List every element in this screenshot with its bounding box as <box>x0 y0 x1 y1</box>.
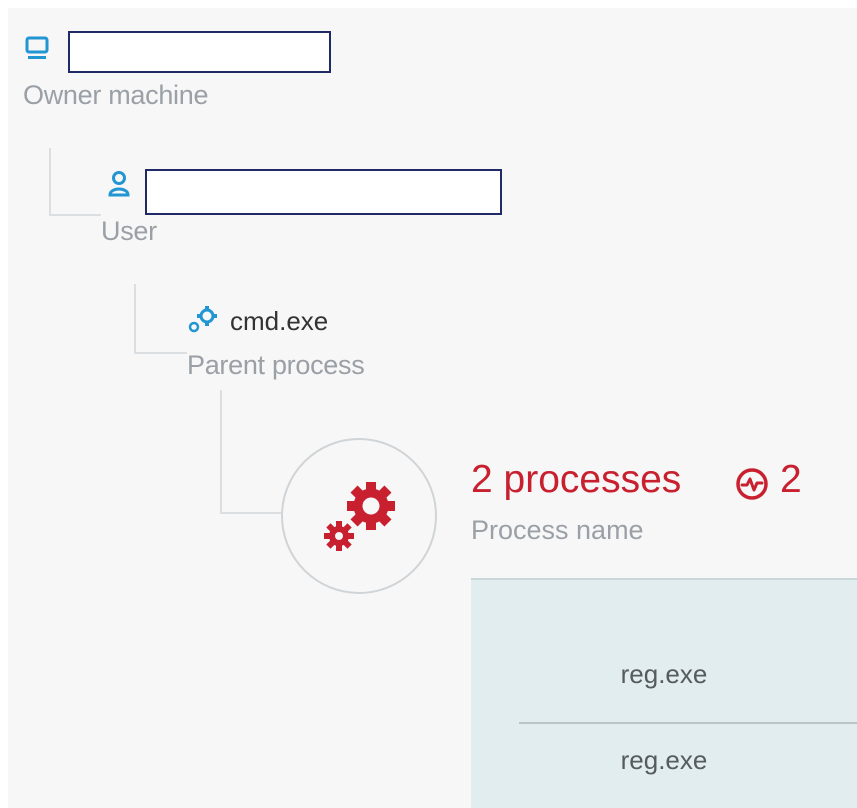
process-gears-circle <box>281 438 437 594</box>
parent-process-label: Parent process <box>187 350 365 380</box>
monitor-icon <box>25 36 49 62</box>
small-gears-icon <box>188 305 222 335</box>
alert-count[interactable]: 2 <box>780 458 802 502</box>
tree-connector-process-horizontal <box>220 512 282 514</box>
parent-process-name[interactable]: cmd.exe <box>230 306 328 337</box>
user-label: User <box>101 216 157 246</box>
table-row[interactable]: reg.exe <box>471 659 857 690</box>
owner-machine-label: Owner machine <box>23 80 209 110</box>
tree-connector-process-vertical <box>220 390 222 514</box>
user-name-redacted[interactable] <box>145 169 502 215</box>
process-tree-view: Owner machine User cmd.exe Parent proces… <box>0 0 857 808</box>
user-icon <box>107 170 131 198</box>
process-name-label: Process name <box>471 515 644 545</box>
table-row[interactable]: reg.exe <box>471 745 857 776</box>
owner-machine-name-redacted[interactable] <box>68 31 331 73</box>
process-table: reg.exe reg.exe <box>471 578 857 808</box>
large-gears-icon <box>317 478 403 558</box>
tree-connector-parent-process <box>134 284 187 354</box>
tree-connector-user <box>49 148 101 216</box>
row-divider <box>519 722 857 724</box>
activity-circle-icon <box>734 466 770 502</box>
process-count-title[interactable]: 2 processes <box>471 458 681 502</box>
